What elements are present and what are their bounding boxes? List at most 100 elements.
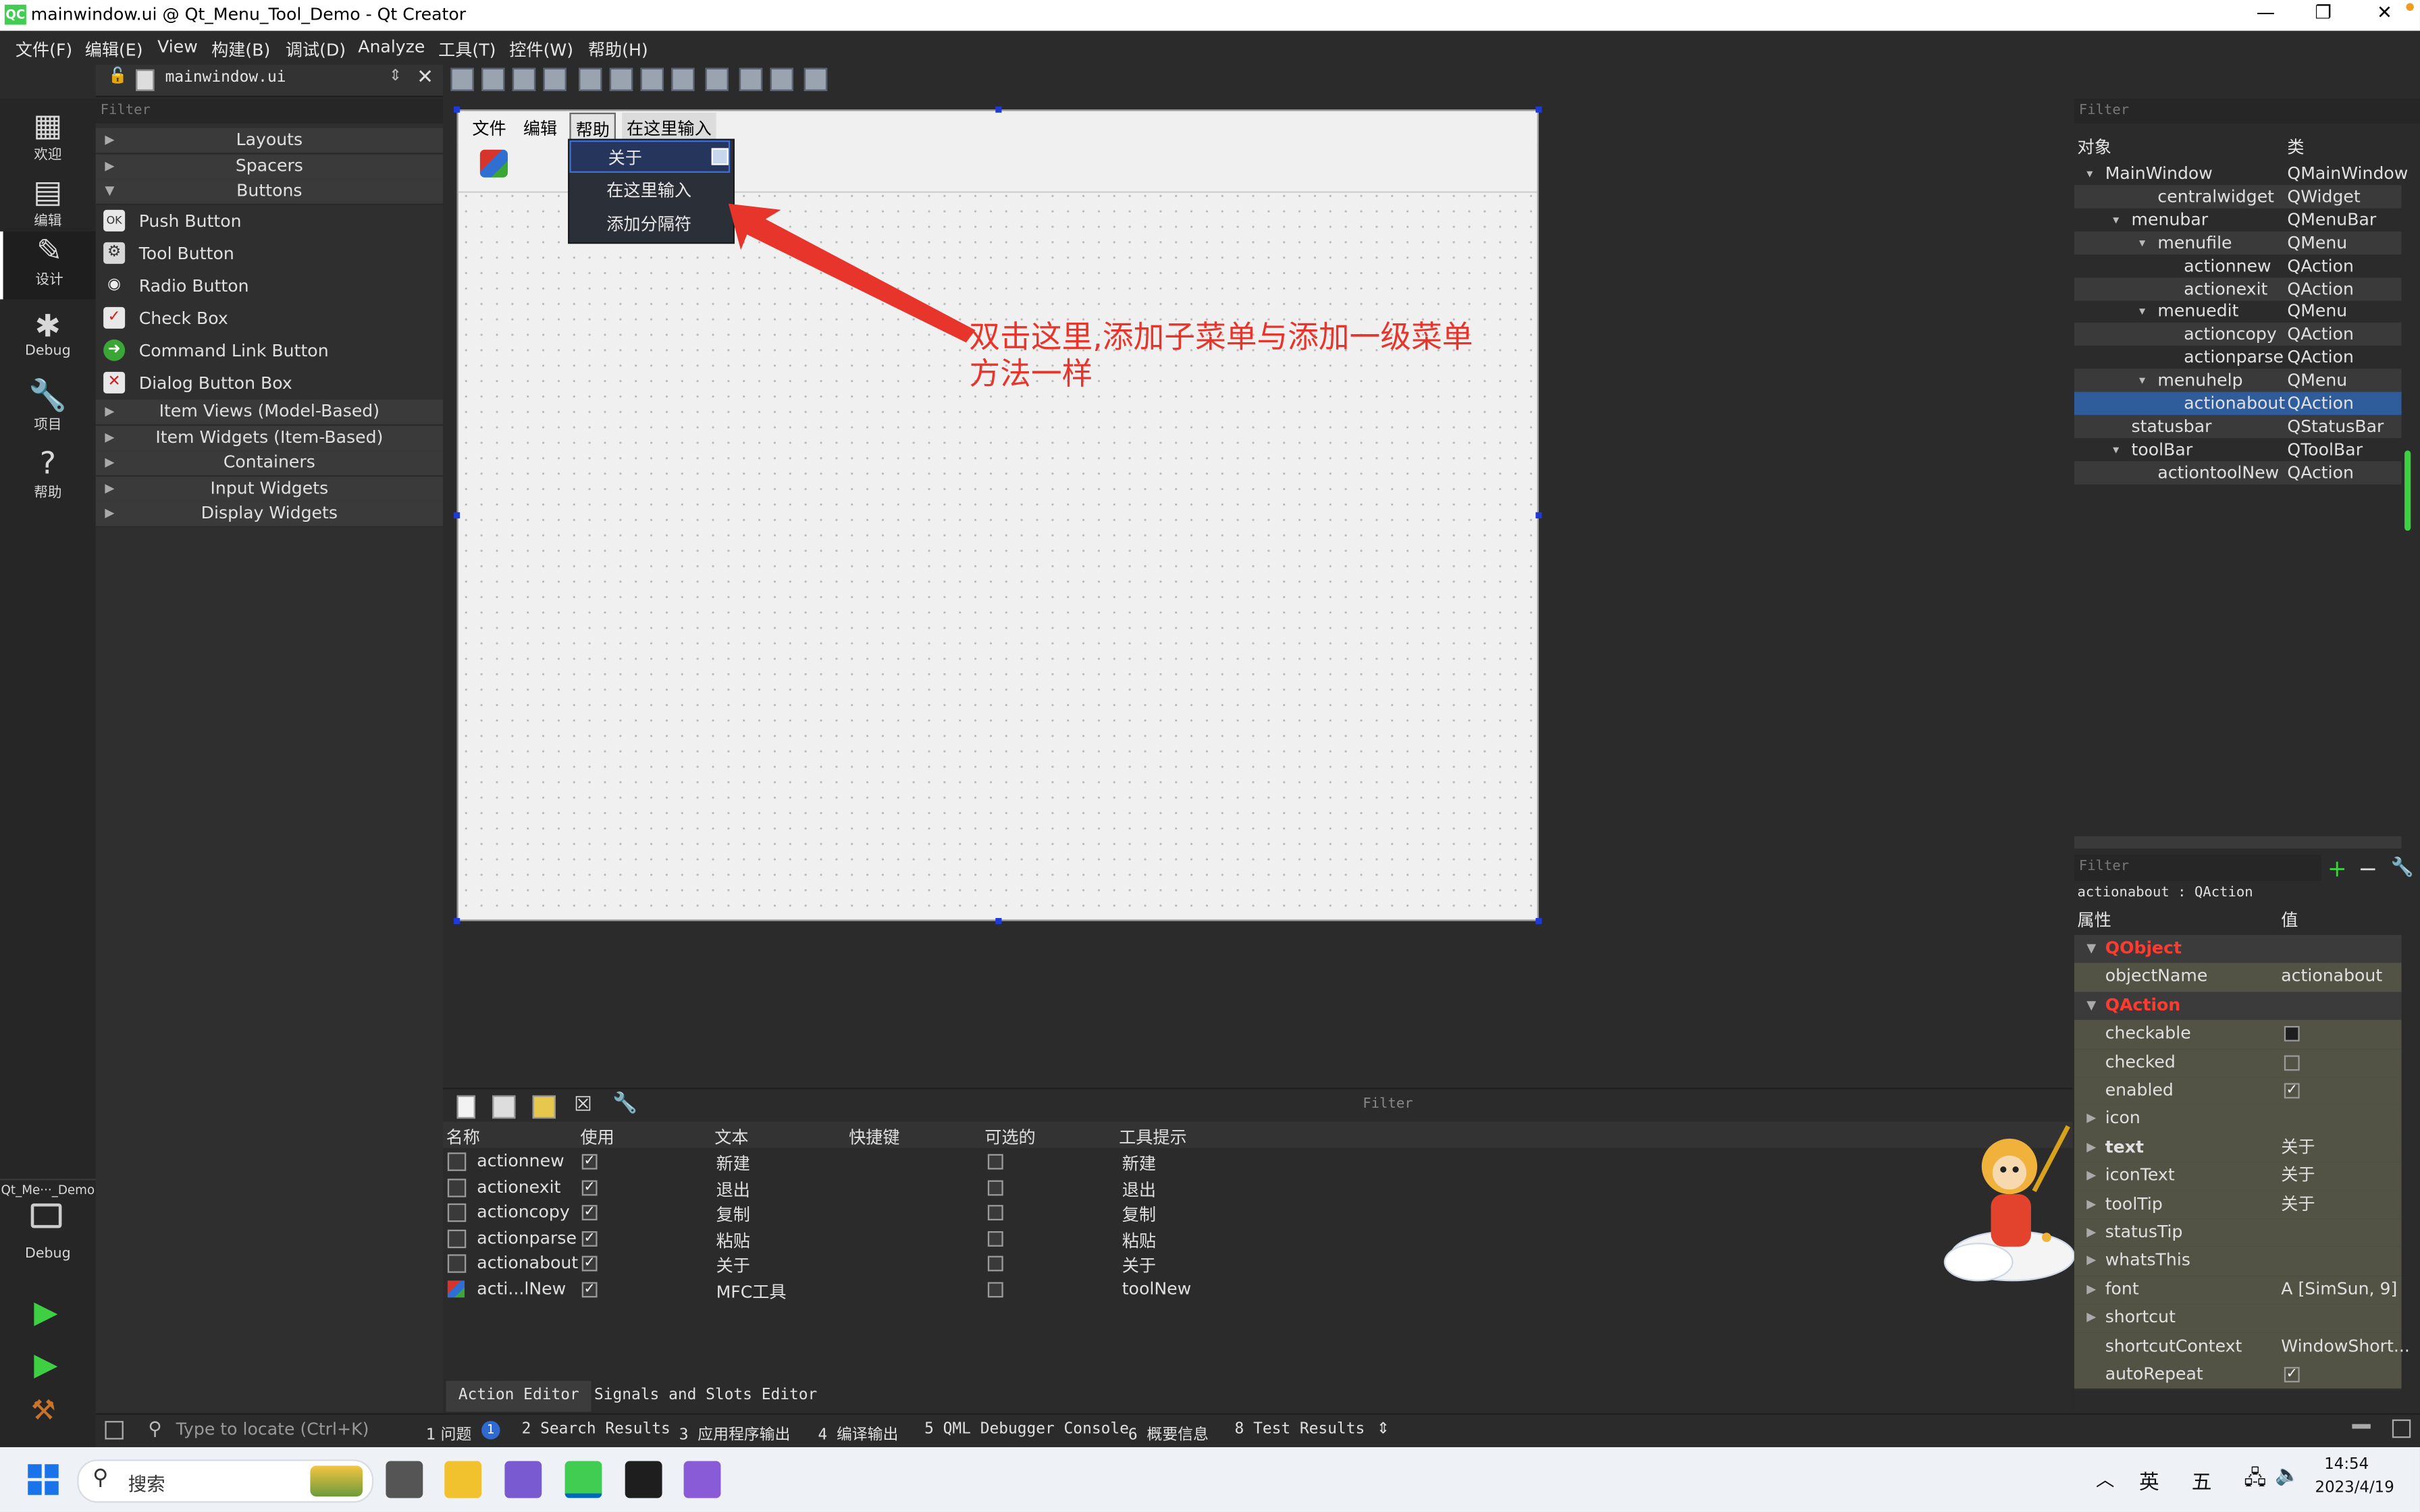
property-row[interactable]: ▶ whatsThis [2074,1247,2402,1278]
copy-action-icon[interactable] [492,1095,516,1119]
menu-view[interactable]: View [157,37,198,57]
tree-expand-icon[interactable]: ▾ [2139,231,2145,254]
col-checkable[interactable]: 可选的 [984,1125,1035,1150]
action-checkable-checkbox[interactable] [987,1179,1003,1195]
widget-dialog-button-box[interactable]: ✕ Dialog Button Box [96,367,443,400]
action-checkable-checkbox[interactable] [987,1154,1003,1170]
progress-toggle-icon[interactable] [2352,1424,2371,1429]
widget-command-link-button[interactable]: ➜ Command Link Button [96,335,443,367]
locator-input[interactable]: Type to locate (Ctrl+K) [176,1420,369,1440]
property-row[interactable]: enabled ✓ [2074,1077,2402,1107]
pane-more-arrow-icon[interactable]: ⇕ [1377,1421,1390,1438]
widget-radio-button[interactable]: ◉ Radio Button [96,270,443,302]
paste-action-icon[interactable] [532,1095,556,1119]
action-used-checkbox[interactable]: ✓ [581,1205,598,1221]
expand-arrow-icon[interactable]: ▶ [2086,1162,2096,1190]
close-button[interactable]: ✕ [2377,1,2392,23]
pane-qml-debugger[interactable]: 5 QML Debugger Console [924,1421,1129,1438]
collapse-arrow-icon[interactable]: ▼ [2086,992,2096,1019]
property-value[interactable]: 关于 [2281,1162,2315,1190]
property-checkbox[interactable] [2284,1054,2300,1071]
property-value[interactable]: 关于 [2281,1191,2315,1218]
pane-issues[interactable]: 1 问题 [426,1421,472,1444]
remove-property-icon[interactable]: − [2359,855,2378,882]
action-used-checkbox[interactable]: ✓ [581,1231,598,1247]
col-used[interactable]: 使用 [580,1125,614,1150]
action-row[interactable]: actionparse ✓ 粘贴 粘贴 [443,1226,2073,1252]
action-row[interactable]: acti...lNew ✓ MFC工具 toolNew [443,1278,2073,1303]
edit-tab-order-icon[interactable] [543,68,567,91]
menu-build[interactable]: 构建(B) [211,37,270,62]
file-selector[interactable]: mainwindow.ui [165,70,286,86]
object-tree-row[interactable]: ▾ MainWindow QMainWindow [2074,162,2408,185]
object-tree-row[interactable]: statusbar QStatusBar [2074,414,2402,438]
mode-debug[interactable]: ✱ Debug [0,307,96,360]
new-action-icon[interactable] [456,1095,475,1119]
delete-action-icon[interactable]: ☒ [574,1094,592,1117]
configure-wrench-icon[interactable]: 🔧 [2391,857,2414,878]
category-item-widgets[interactable]: ▶ Item Widgets (Item-Based) [95,425,443,452]
expand-arrow-icon[interactable]: ▶ [2086,1276,2096,1303]
action-used-checkbox[interactable]: ✓ [581,1179,598,1195]
toggle-sidebar-icon[interactable] [105,1421,124,1440]
tree-expand-icon[interactable]: ▾ [2139,369,2145,392]
property-group[interactable]: ▼ QAction [2074,992,2402,1022]
expand-arrow-icon[interactable]: ▶ [2086,1247,2096,1275]
dropdown-item-about[interactable]: 关于 [569,140,731,173]
action-row[interactable]: actionnew ✓ 新建 新建 [443,1150,2073,1175]
resize-handle[interactable] [453,106,461,113]
property-checkbox[interactable]: ✓ [2284,1367,2300,1382]
object-tree-row[interactable]: actionnew QAction [2074,254,2402,277]
action-checkable-checkbox[interactable] [987,1256,1003,1272]
tree-expand-icon[interactable]: ▾ [2113,438,2119,461]
mode-design[interactable]: ✎ 设计 [0,231,96,300]
action-used-checkbox[interactable]: ✓ [581,1282,598,1298]
property-row[interactable]: shortcutContext WindowShort... [2074,1332,2410,1363]
widget-push-button[interactable]: OK Push Button [96,205,443,238]
project-kit-selector[interactable]: Qt_Me···_Demo [0,1179,96,1197]
edit-buddies-icon[interactable] [512,68,536,91]
close-document-icon[interactable]: ✕ [417,66,433,89]
edit-signals-slots-icon[interactable] [481,68,505,91]
layout-vertical-icon[interactable] [609,68,633,91]
configure-wrench-icon[interactable]: 🔧 [612,1092,637,1115]
property-row[interactable]: ▶ shortcut [2074,1303,2402,1334]
layout-vertical-splitter-icon[interactable] [671,68,695,91]
property-row[interactable]: ▶ iconText 关于 [2074,1162,2402,1192]
object-tree-row[interactable]: ▾ toolBar QToolBar [2074,438,2402,461]
expand-arrow-icon[interactable]: ▶ [2086,1191,2096,1218]
object-tree-row[interactable]: actioncopy QAction [2074,323,2402,346]
layout-horizontal-icon[interactable] [579,68,602,91]
pane-application-output[interactable]: 3 应用程序输出 [679,1421,791,1444]
widget-tool-button[interactable]: ⚙ Tool Button [96,238,443,270]
taskbar-search-input[interactable]: 搜索 [128,1470,165,1496]
header-class[interactable]: 类 [2287,136,2304,161]
col-name[interactable]: 名称 [446,1125,480,1150]
object-tree-row[interactable]: ▾ menubar QMenuBar [2074,208,2402,231]
add-property-icon[interactable]: + [2327,855,2347,882]
property-value[interactable]: WindowShort... [2281,1332,2410,1360]
property-row[interactable]: objectName actionabout [2074,963,2402,994]
terminal-icon[interactable] [625,1461,662,1498]
windows-start-icon[interactable] [28,1464,59,1495]
pane-search-results[interactable]: 2 Search Results [522,1421,670,1438]
property-row[interactable]: ▶ font A [SimSun, 9] [2074,1275,2402,1306]
header-value[interactable]: 值 [2281,909,2298,932]
action-checkable-checkbox[interactable] [987,1205,1003,1221]
object-tree-row[interactable]: centralwidget QWidget [2074,185,2402,209]
tree-expand-icon[interactable]: ▾ [2086,162,2093,185]
property-row[interactable]: ▶ statusTip [2074,1218,2402,1249]
mode-edit[interactable]: ▤ 编辑 [0,173,96,230]
object-tree-row[interactable]: ▾ menuhelp QMenu [2074,369,2402,392]
menu-debug[interactable]: 调试(D) [286,37,346,62]
expand-arrow-icon[interactable]: ▶ [2086,1219,2096,1247]
object-filter-input[interactable]: Filter [2074,99,2420,124]
col-text[interactable]: 文本 [714,1125,748,1150]
file-explorer-icon[interactable] [444,1461,482,1498]
widget-check-box[interactable]: ✓ Check Box [96,302,443,335]
category-display-widgets[interactable]: ▶ Display Widgets [95,501,443,528]
object-tree-row[interactable]: ▾ menuedit QMenu [2074,300,2402,323]
edit-widgets-icon[interactable] [450,68,474,91]
action-filter-input[interactable]: Filter [1363,1097,1413,1112]
object-tree-row[interactable]: ▾ menufile QMenu [2074,231,2402,254]
